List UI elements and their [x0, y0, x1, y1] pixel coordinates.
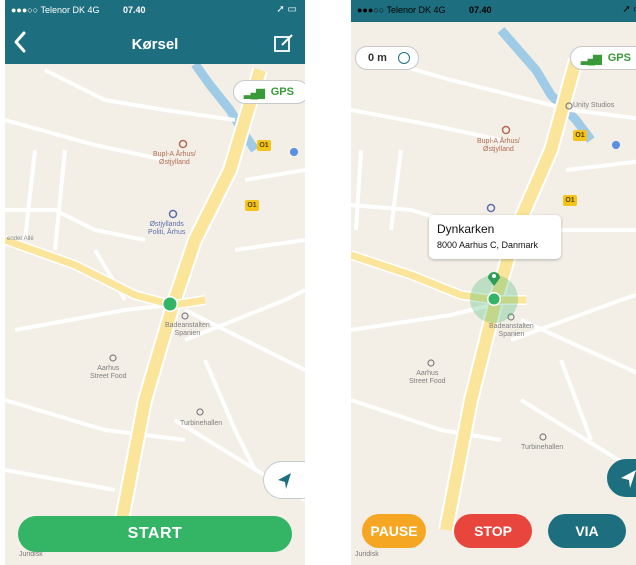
start-button[interactable]: START: [18, 516, 292, 552]
distance-value: 0 m: [368, 52, 387, 64]
locate-me-button[interactable]: [607, 459, 636, 497]
gps-indicator: ▂▄▆ GPS: [570, 46, 636, 70]
status-carrier: ●●●○○ Telenor DK 4G: [11, 5, 100, 15]
road-badge: O1: [257, 140, 271, 151]
location-callout[interactable]: Dynkarken 8000 Aarhus C, Danmark: [429, 215, 561, 259]
pause-button[interactable]: PAUSE: [362, 514, 426, 548]
poi-label-bupl: Bupl-A Århus/Østjylland: [153, 151, 196, 166]
phone-screen-right: ●●●○○ Telenor DK 4G 07.40 ➚ ▭ 0 m ▂▄▆ GP…: [351, 0, 636, 565]
navigation-arrow-icon: [621, 470, 636, 488]
callout-address: 8000 Aarhus C, Danmark: [437, 240, 539, 250]
distance-readout: 0 m: [355, 46, 419, 70]
status-bar: ●●●○○ Telenor DK 4G 07.40 ➚ ▭: [351, 0, 636, 22]
poi-label-politi: Østjyllands Politi, Århus: [148, 221, 186, 236]
poi-label-street-food: Aarhus Street Food: [409, 370, 446, 385]
status-carrier: ●●●○○ Telenor DK 4G: [357, 5, 446, 15]
gps-indicator: ▂▄▆ GPS: [233, 80, 305, 104]
signal-bars-icon: ▂▄▆: [581, 52, 602, 65]
via-button[interactable]: VIA: [548, 514, 626, 548]
signal-bars-icon: ▂▄▆: [244, 86, 265, 99]
gps-label: GPS: [270, 86, 294, 98]
phone-screen-left: Bupl-A Århus/Østjylland Østjyllands Polit…: [5, 0, 305, 565]
stop-button[interactable]: STOP: [454, 514, 532, 548]
nav-bar: ●●●○○ Telenor DK 4G 07.40 ➚ ▭ Kørsel: [5, 0, 305, 64]
status-time: 07.40: [469, 5, 492, 15]
legal-link[interactable]: Juridisk: [355, 551, 379, 558]
navigation-arrow-icon: [278, 473, 291, 489]
road-badge: O1: [245, 200, 259, 211]
poi-label-unity-studios: Unity Studios: [573, 102, 615, 109]
status-time: 07.40: [123, 5, 146, 15]
poi-label-bupl: Bupl-A Århus/Østjylland: [477, 138, 520, 153]
poi-label-badeanstalten: Badeanstalten Spanien: [165, 322, 210, 337]
legal-link[interactable]: Juridisk: [19, 551, 43, 558]
street-label: ender Allé: [7, 236, 34, 242]
map-view[interactable]: [351, 0, 636, 565]
battery-icon: ➚ ▭: [276, 4, 297, 15]
poi-label-turbinehallen: Turbinehallen: [180, 420, 223, 427]
road-badge: O1: [573, 130, 587, 141]
poi-label-street-food: Aarhus Street Food: [90, 365, 127, 380]
battery-icon: ➚ ▭: [622, 4, 636, 15]
gps-label: GPS: [607, 52, 631, 64]
edit-icon[interactable]: [273, 32, 295, 54]
locate-me-button[interactable]: [263, 461, 305, 499]
poi-label-turbinehallen: Turbinehallen: [521, 444, 564, 451]
page-title: Kørsel: [131, 36, 179, 53]
callout-title: Dynkarken: [437, 222, 495, 236]
poi-label-badeanstalten: Badeanstalten Spanien: [489, 323, 534, 338]
road-badge: O1: [563, 195, 577, 206]
timer-icon: [398, 52, 410, 64]
